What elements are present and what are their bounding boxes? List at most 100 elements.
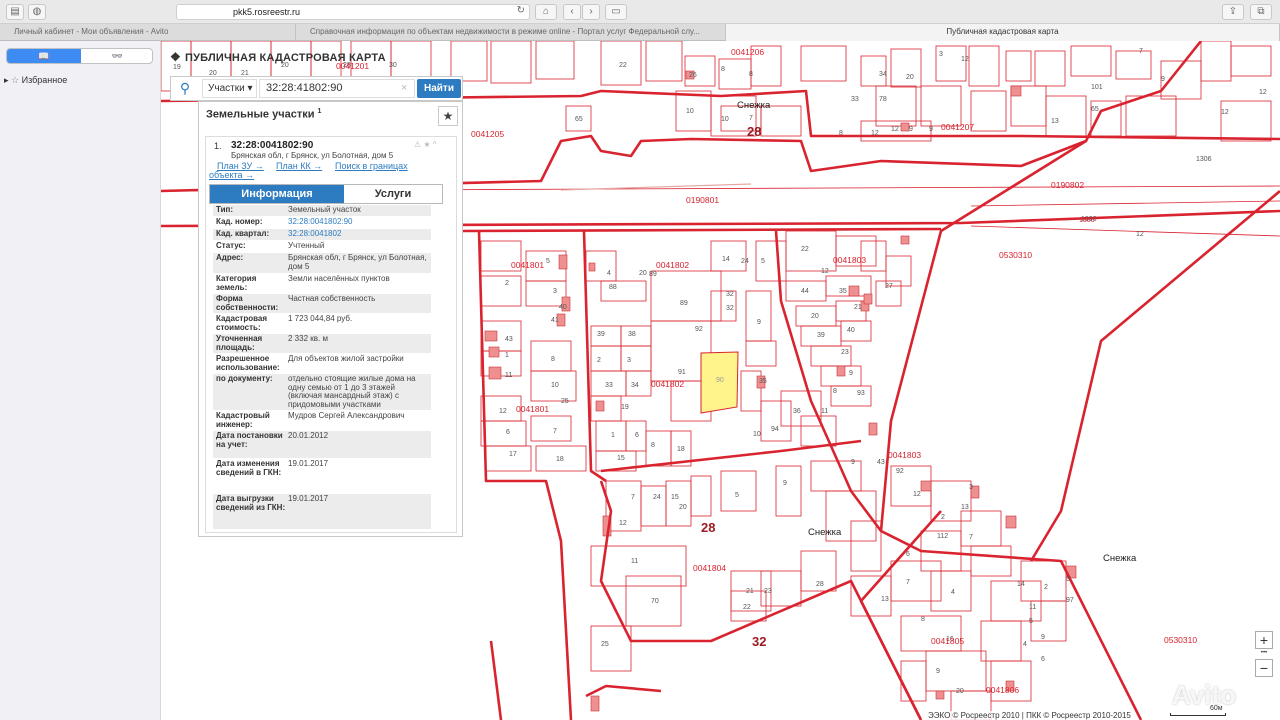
reading-glasses-icon[interactable]: 👓 [81, 49, 152, 63]
sidebar-segmented-control: 📖 👓 [6, 48, 153, 64]
attr-row: Уточненная площадь: 2 332 кв. м [213, 334, 431, 353]
reading-list-icon[interactable]: ▭ [605, 4, 627, 20]
svg-text:92: 92 [695, 326, 703, 333]
svg-text:35: 35 [759, 378, 767, 385]
search-type-select[interactable]: Участки ▾ [202, 79, 257, 98]
result-header: Земельные участки 1 [206, 108, 322, 121]
svg-text:9: 9 [929, 126, 933, 133]
clear-icon[interactable]: × [401, 82, 407, 94]
forward-icon[interactable]: › [582, 4, 600, 20]
svg-text:21: 21 [854, 304, 862, 311]
svg-text:7: 7 [631, 494, 635, 501]
privacy-icon[interactable]: ◍ [28, 4, 46, 20]
svg-text:12: 12 [1221, 109, 1229, 116]
card-tabs: Информация Услуги [209, 184, 443, 204]
result-index: 1. [214, 141, 222, 151]
search-bar: ⚲ Участки ▾ 32:28:41802:90 × Найти [170, 76, 463, 101]
map-label: 0041806 [986, 685, 1019, 695]
svg-text:39: 39 [597, 331, 605, 338]
back-icon[interactable]: ‹ [563, 4, 581, 20]
svg-text:8: 8 [921, 616, 925, 623]
svg-text:20: 20 [679, 504, 687, 511]
svg-text:93: 93 [857, 390, 865, 397]
favorites-item[interactable]: ▸ ☆ Избранное [4, 75, 67, 86]
attr-row: Кад. квартал: 32:28:0041802 [213, 229, 431, 240]
svg-text:89: 89 [649, 271, 657, 278]
svg-text:11: 11 [1029, 604, 1036, 611]
address-bar[interactable]: pkk5.rosreestr.ru ↻ [176, 4, 530, 20]
svg-text:15: 15 [671, 494, 679, 501]
svg-text:2: 2 [1044, 584, 1048, 591]
svg-text:20: 20 [811, 313, 819, 320]
tab-services[interactable]: Услуги [344, 185, 442, 203]
map-label: 0041207 [941, 122, 974, 132]
svg-text:13: 13 [1051, 118, 1059, 125]
tab-avito[interactable]: Личный кабинет - Мои объявления - Avito [0, 24, 296, 41]
tab-cadastral-map[interactable]: Публичная кадастровая карта [726, 24, 1280, 41]
share-icon[interactable]: ⇪ [1222, 4, 1244, 20]
tabs-overview-icon[interactable]: ⧉ [1250, 4, 1272, 20]
attr-row: Кад. номер: 32:28:0041802:90 [216, 217, 353, 226]
map-label: 0190802 [1051, 180, 1084, 190]
map-label: 0041804 [693, 563, 726, 573]
map-label: 32 [752, 634, 766, 649]
disclosure-triangle-icon[interactable]: ▸ [4, 75, 9, 85]
map-label: 0041801 [511, 260, 544, 270]
svg-text:88: 88 [609, 284, 617, 291]
reload-icon[interactable]: ↻ [517, 5, 525, 16]
svg-text:22: 22 [619, 62, 627, 69]
cadastral-number[interactable]: 32:28:0041802:90 [231, 140, 313, 151]
svg-text:5: 5 [1029, 618, 1033, 625]
attr-row: Адрес: Брянская обл, г Брянск, ул Болотна… [213, 253, 431, 273]
svg-text:3: 3 [1066, 576, 1070, 583]
svg-text:65: 65 [575, 116, 583, 123]
avito-watermark: Avito [1172, 680, 1237, 710]
zoom-in-button[interactable]: + [1255, 631, 1273, 649]
svg-text:1: 1 [611, 432, 615, 439]
svg-text:10: 10 [753, 431, 761, 438]
svg-text:44: 44 [801, 288, 809, 295]
svg-text:34: 34 [879, 71, 887, 78]
star-icon[interactable]: ★ [438, 106, 458, 126]
tab-rosreestr-info[interactable]: Справочная информация по объектам недвиж… [296, 24, 726, 41]
svg-text:8: 8 [721, 66, 725, 73]
lot-number: 5 [546, 258, 550, 265]
sidebar-toggle-icon[interactable]: ▤ [6, 4, 24, 20]
svg-text:10: 10 [721, 116, 729, 123]
svg-text:12: 12 [913, 491, 921, 498]
svg-text:8: 8 [839, 130, 843, 137]
bookmarks-book-icon[interactable]: 📖 [7, 49, 81, 63]
svg-text:24: 24 [653, 494, 661, 501]
browser-sidebar: 📖 👓 ▸ ☆ Избранное [0, 41, 161, 720]
search-in-bounds-link[interactable]: Поиск в границах [335, 161, 408, 171]
svg-text:1306: 1306 [1196, 156, 1212, 163]
map-label: 0041802 [656, 260, 689, 270]
svg-text:9: 9 [851, 459, 855, 466]
svg-text:32: 32 [726, 291, 734, 298]
svg-text:12: 12 [499, 408, 507, 415]
search-input[interactable]: 32:28:41802:90 [259, 79, 415, 98]
search-in-bounds-link-2[interactable]: объекта → [209, 170, 254, 180]
svg-text:14: 14 [1017, 581, 1025, 588]
svg-text:6: 6 [635, 432, 639, 439]
map-pin-icon: ❖ [170, 50, 181, 64]
svg-text:94: 94 [771, 426, 779, 433]
svg-text:40: 40 [847, 327, 855, 334]
svg-text:23: 23 [841, 349, 849, 356]
search-icon[interactable]: ⚲ [174, 79, 196, 98]
svg-text:8: 8 [551, 356, 555, 363]
map-label: 1306 [1079, 217, 1095, 224]
svg-text:70: 70 [651, 598, 659, 605]
svg-text:12: 12 [1259, 89, 1267, 96]
svg-text:7: 7 [906, 579, 910, 586]
zoom-slider-dots[interactable]: ••• [1255, 650, 1273, 658]
tab-information[interactable]: Информация [210, 185, 344, 203]
plan-kk-link[interactable]: План КК → [276, 161, 322, 171]
svg-text:5: 5 [761, 258, 765, 265]
card-tools-icon[interactable]: ⚠ ★ ^ [414, 140, 437, 149]
search-button[interactable]: Найти [417, 79, 461, 98]
zoom-out-button[interactable]: − [1255, 659, 1273, 677]
svg-text:6: 6 [506, 429, 510, 436]
home-icon[interactable]: ⌂ [535, 4, 557, 20]
map-label: 0041805 [931, 636, 964, 646]
